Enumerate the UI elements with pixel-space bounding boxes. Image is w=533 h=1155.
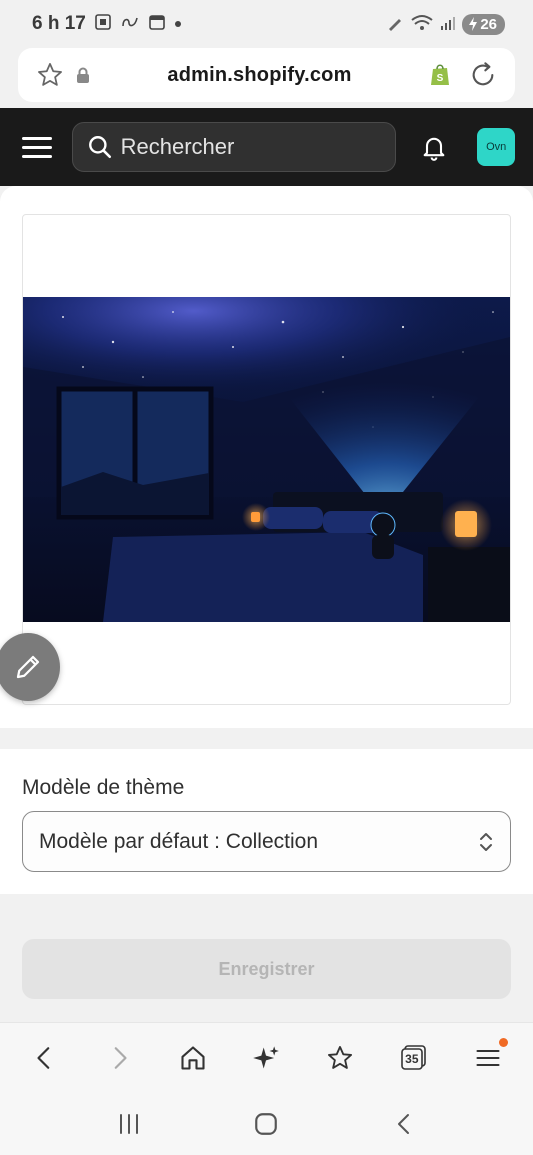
favorite-star-icon[interactable] <box>36 61 64 89</box>
url-text[interactable]: admin.shopify.com <box>90 64 429 87</box>
select-chevrons-icon <box>480 832 492 851</box>
sparkle-icon <box>253 1045 280 1068</box>
link-icon <box>120 14 140 35</box>
update-badge <box>498 1037 508 1047</box>
address-bar[interactable]: admin.shopify.com S <box>18 48 515 102</box>
system-home-icon <box>255 1112 278 1135</box>
ai-sparkle-button[interactable] <box>244 1036 288 1080</box>
chevron-left-icon <box>37 1046 50 1069</box>
notifications-bell-icon[interactable] <box>418 131 450 163</box>
battery-indicator: 26 <box>462 13 505 35</box>
system-home-button[interactable] <box>244 1102 288 1146</box>
store-avatar[interactable]: Ovn <box>477 128 515 166</box>
charging-icon <box>469 17 478 31</box>
calendar-icon <box>148 13 166 36</box>
lock-icon[interactable] <box>76 67 90 83</box>
status-bar: 6 h 17 26 <box>0 0 533 48</box>
hamburger-menu-button[interactable] <box>22 132 52 162</box>
search-placeholder: Rechercher <box>120 134 235 159</box>
system-navigation-bar <box>0 1092 533 1155</box>
search-input[interactable]: Rechercher <box>71 122 396 172</box>
bookmark-star-icon <box>328 1045 353 1069</box>
galaxy-projector-bedroom-image[interactable] <box>23 297 510 622</box>
recent-apps-button[interactable] <box>107 1102 151 1146</box>
tabs-count: 35 <box>405 1051 419 1066</box>
forward-button[interactable] <box>97 1036 141 1080</box>
collection-image-card <box>0 186 533 728</box>
svg-text:S: S <box>437 73 444 84</box>
home-button[interactable] <box>171 1036 215 1080</box>
browser-menu-button[interactable] <box>466 1036 510 1080</box>
chevron-right-icon <box>114 1046 127 1069</box>
system-back-button[interactable] <box>382 1102 426 1146</box>
system-back-icon <box>398 1113 410 1134</box>
search-icon <box>88 136 111 159</box>
theme-template-card: Modèle de thème Modèle par défaut : Coll… <box>0 749 533 894</box>
home-icon <box>181 1045 205 1070</box>
avatar-initials: Ovn <box>486 141 507 153</box>
theme-template-select[interactable]: Modèle par défaut : Collection <box>22 811 511 872</box>
back-button[interactable] <box>23 1036 67 1080</box>
save-button[interactable]: Enregistrer <box>22 939 511 999</box>
recent-apps-icon <box>119 1113 138 1134</box>
bookmarks-button[interactable] <box>318 1036 362 1080</box>
theme-template-label: Modèle de thème <box>22 776 185 799</box>
wifi-icon <box>410 14 434 35</box>
image-dropzone[interactable] <box>22 214 511 705</box>
reload-icon[interactable] <box>469 61 497 89</box>
shopify-app-icon[interactable]: S <box>429 63 451 87</box>
signal-icon <box>440 15 456 34</box>
battery-level: 26 <box>480 15 497 33</box>
menu-icon <box>476 1049 500 1066</box>
screenshot-icon <box>94 13 112 36</box>
pen-icon <box>386 14 404 35</box>
clock: 6 h 17 <box>32 13 86 34</box>
notification-dot-icon <box>174 15 182 33</box>
app-header: Rechercher Ovn <box>0 108 533 186</box>
browser-toolbar: 35 <box>0 1022 533 1092</box>
pencil-icon <box>16 655 40 679</box>
theme-template-value: Modèle par défaut : Collection <box>39 829 318 853</box>
tabs-button[interactable]: 35 <box>392 1036 436 1080</box>
